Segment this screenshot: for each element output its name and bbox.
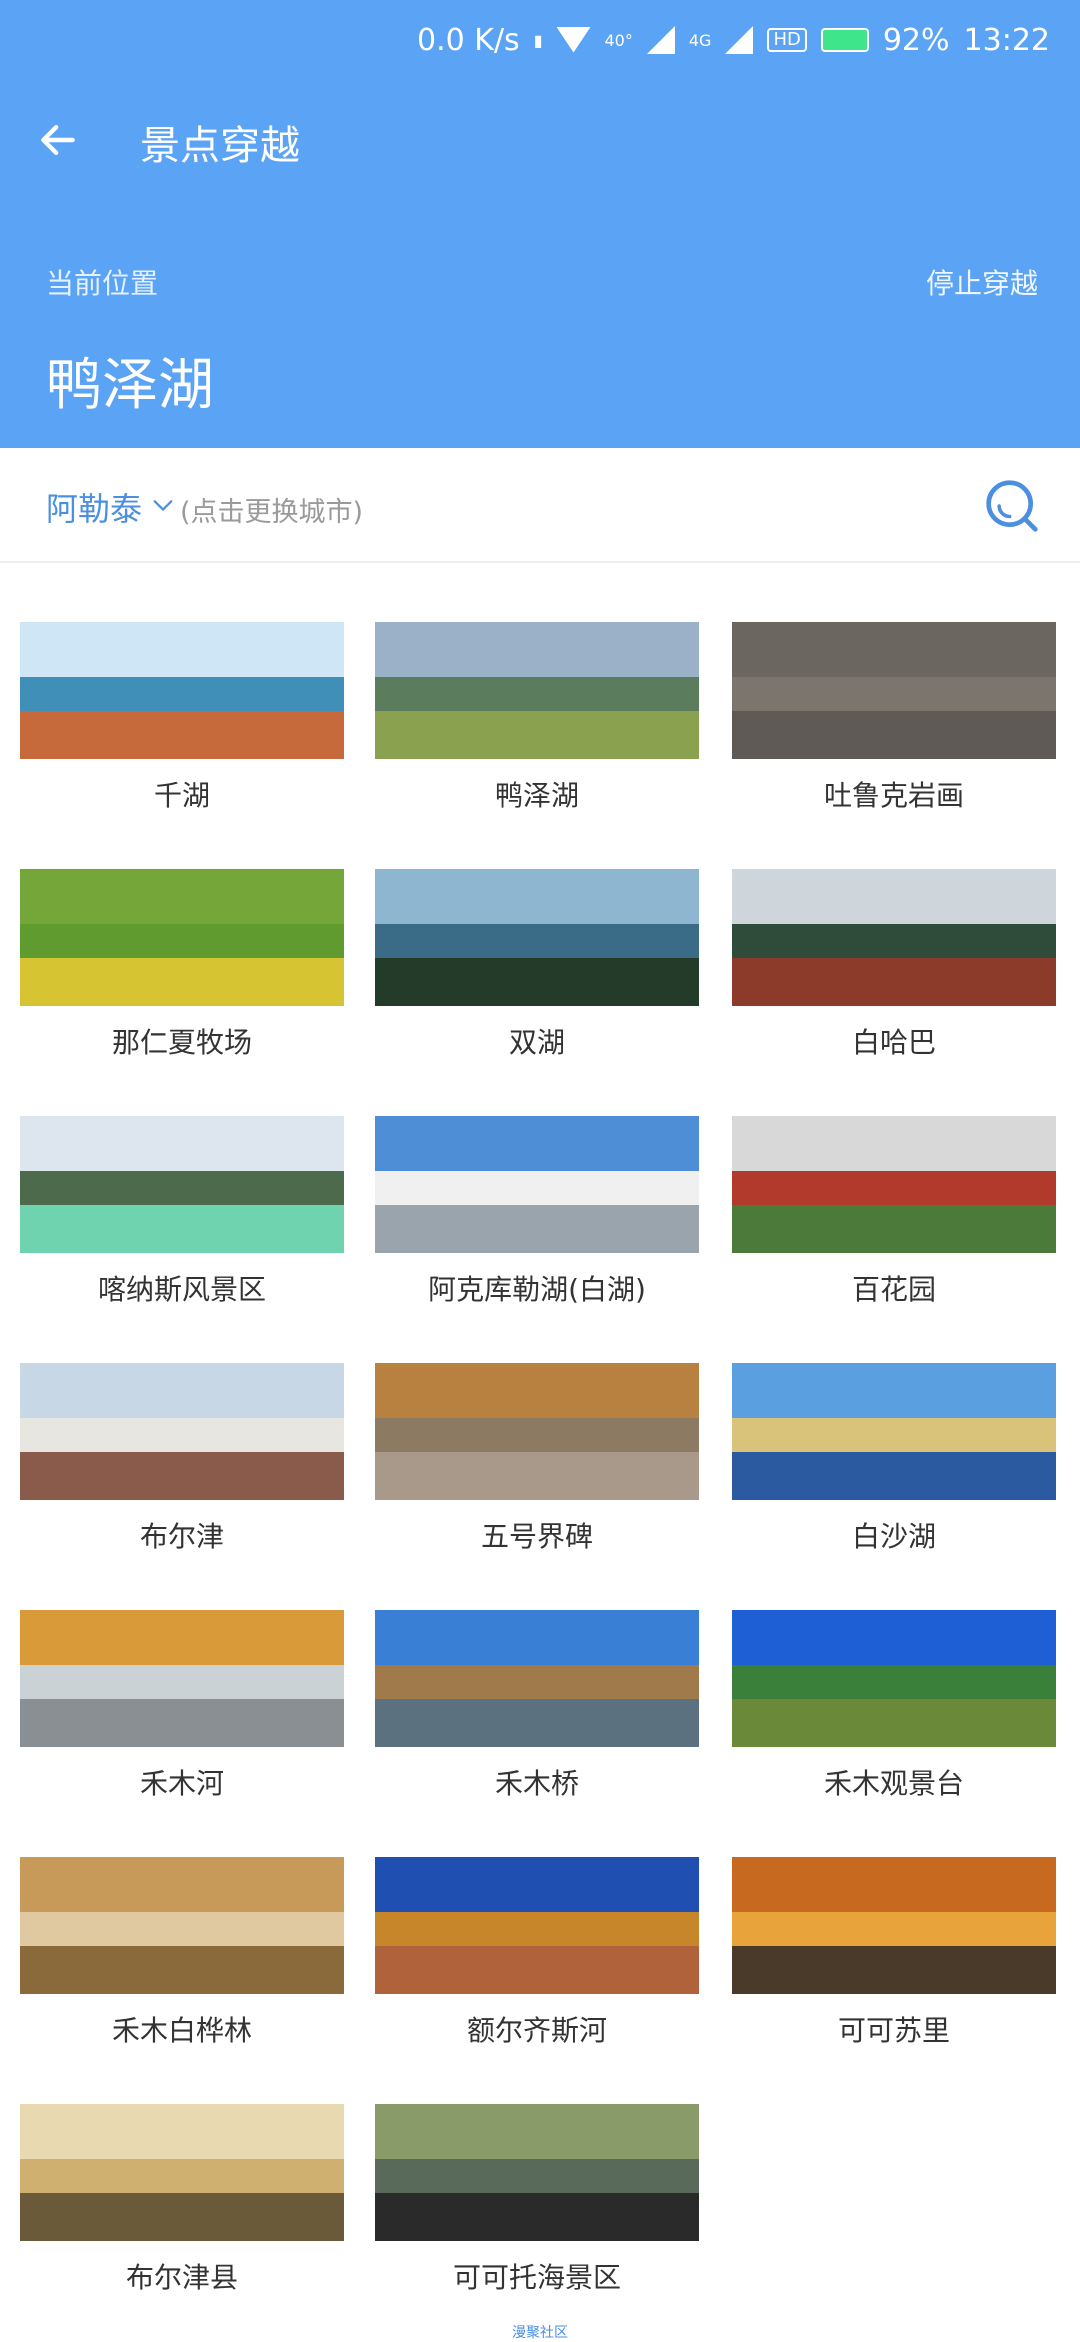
chevron-down-icon[interactable]: [152, 494, 174, 516]
spot-card[interactable]: 可可托海景区: [375, 2104, 699, 2304]
spot-card[interactable]: 那仁夏牧场: [20, 869, 344, 1069]
spot-name: 喀纳斯风景区: [97, 1273, 266, 1306]
spot-thumbnail: [732, 622, 1056, 759]
spot-card[interactable]: 额尔齐斯河: [375, 1857, 699, 2057]
spot-name: 白哈巴: [851, 1026, 936, 1059]
spot-thumbnail: [20, 1610, 344, 1747]
city-change-hint: (点击更换城市): [180, 497, 364, 528]
battery-icon: [820, 28, 869, 52]
spot-card[interactable]: 禾木白桦林: [20, 1857, 344, 2057]
spot-name: 禾木白桦林: [111, 2014, 252, 2047]
spot-thumbnail: [20, 1116, 344, 1253]
spot-name: 阿克库勒湖(白湖): [428, 1273, 646, 1306]
clock: 13:22: [963, 22, 1050, 58]
spot-name: 禾木河: [139, 1767, 224, 1800]
stop-travel-button[interactable]: 停止穿越: [926, 262, 1038, 302]
search-icon[interactable]: [984, 478, 1040, 534]
signal-icon: [725, 26, 754, 54]
spot-thumbnail: [20, 1857, 344, 1994]
spot-thumbnail: [732, 1610, 1056, 1747]
spot-card[interactable]: 千湖: [20, 622, 344, 822]
spot-thumbnail: [732, 1857, 1056, 1994]
network-4g-label: 4G: [688, 30, 712, 50]
current-location-label: 当前位置: [46, 267, 159, 300]
spot-name: 额尔齐斯河: [466, 2014, 607, 2047]
network-speed: 0.0 K/s: [417, 22, 520, 58]
spot-thumbnail: [732, 869, 1056, 1006]
spot-name: 布尔津: [139, 1520, 224, 1553]
spot-card[interactable]: 禾木河: [20, 1610, 344, 1810]
battery-percent: 92%: [882, 22, 950, 58]
spot-thumbnail: [732, 1116, 1056, 1253]
spot-name: 五号界碑: [480, 1520, 593, 1553]
city-selector[interactable]: 阿勒泰: [46, 484, 142, 530]
status-bar: 0.0 K/s ▮ 40° 4G HD 92% 13:22: [0, 0, 1080, 80]
spot-card[interactable]: 白沙湖: [732, 1363, 1056, 1563]
page-title: 景点穿越: [140, 123, 300, 169]
spot-thumbnail: [732, 1363, 1056, 1500]
spot-name: 白沙湖: [851, 1520, 936, 1553]
spot-card[interactable]: 禾木桥: [375, 1610, 699, 1810]
spot-thumbnail: [375, 869, 699, 1006]
back-button[interactable]: [28, 110, 88, 170]
spot-card[interactable]: 布尔津县: [20, 2104, 344, 2304]
spot-card[interactable]: 阿克库勒湖(白湖): [375, 1116, 699, 1316]
hd-badge: HD: [767, 28, 807, 52]
footer-watermark: 漫聚社区: [512, 2325, 568, 2341]
spot-thumbnail: [375, 622, 699, 759]
wifi-icon: [557, 27, 591, 53]
signal-icon: [646, 26, 675, 54]
spot-card[interactable]: 鸭泽湖: [375, 622, 699, 822]
spot-thumbnail: [375, 2104, 699, 2241]
header: 0.0 K/s ▮ 40° 4G HD 92% 13:22 景点穿越 当前位置 …: [0, 0, 1080, 448]
spot-card[interactable]: 五号界碑: [375, 1363, 699, 1563]
spot-thumbnail: [375, 1116, 699, 1253]
arrow-left-icon: [41, 124, 75, 156]
spot-name: 禾木观景台: [823, 1767, 964, 1800]
spot-thumbnail: [375, 1363, 699, 1500]
spot-name: 可可托海景区: [452, 2261, 621, 2294]
spot-name: 千湖: [153, 779, 210, 812]
spot-thumbnail: [375, 1610, 699, 1747]
spot-card[interactable]: 白哈巴: [732, 869, 1056, 1069]
spot-name: 可可苏里: [837, 2014, 950, 2047]
spot-card[interactable]: 双湖: [375, 869, 699, 1069]
spot-name: 吐鲁克岩画: [823, 779, 964, 812]
spot-card[interactable]: 吐鲁克岩画: [732, 622, 1056, 822]
spot-name: 布尔津县: [125, 2261, 238, 2294]
vibrate-icon: ▮: [533, 30, 543, 50]
spot-thumbnail: [20, 869, 344, 1006]
spot-card[interactable]: 可可苏里: [732, 1857, 1056, 2057]
network-40-label: 40°: [604, 30, 633, 50]
city-bar: 阿勒泰 (点击更换城市): [0, 448, 1080, 563]
spot-thumbnail: [20, 2104, 344, 2241]
spot-name: 百花园: [851, 1273, 936, 1306]
spot-card[interactable]: 布尔津: [20, 1363, 344, 1563]
spot-card[interactable]: 禾木观景台: [732, 1610, 1056, 1810]
spot-card[interactable]: 百花园: [732, 1116, 1056, 1316]
toolbar: 景点穿越: [0, 95, 1080, 185]
spot-thumbnail: [375, 1857, 699, 1994]
spot-thumbnail: [20, 1363, 344, 1500]
spot-name: 鸭泽湖: [494, 779, 579, 812]
spot-thumbnail: [20, 622, 344, 759]
current-location-value: 鸭泽湖: [46, 353, 214, 418]
spot-name: 双湖: [508, 1026, 565, 1059]
spot-card[interactable]: 喀纳斯风景区: [20, 1116, 344, 1316]
spot-name: 那仁夏牧场: [111, 1026, 252, 1059]
spot-name: 禾木桥: [494, 1767, 579, 1800]
